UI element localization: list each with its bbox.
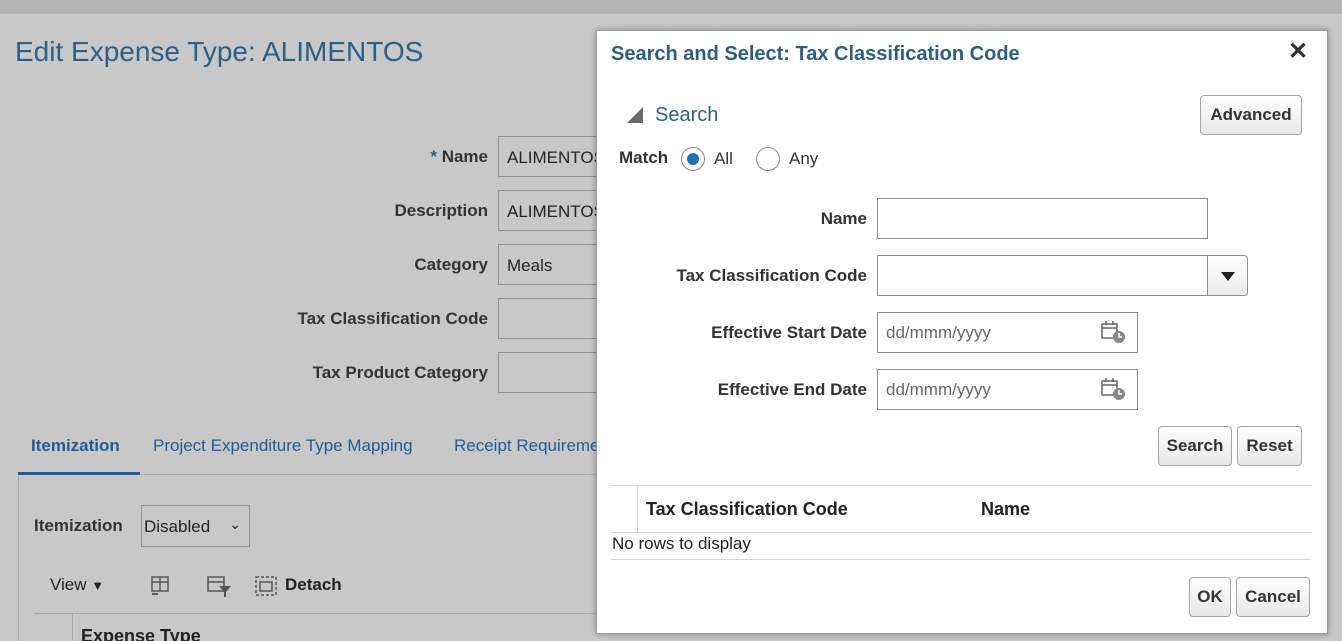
tab-bar: Itemization Project Expenditure Type Map… xyxy=(18,428,608,475)
cancel-button[interactable]: Cancel xyxy=(1236,577,1310,617)
caret-down-icon: ▼ xyxy=(91,578,105,593)
expense-type-column-header: Expense Type xyxy=(81,626,201,641)
results-header-border xyxy=(611,532,1311,533)
effective-end-date-input[interactable] xyxy=(877,369,1138,410)
active-tab-indicator xyxy=(18,472,140,475)
match-all-radio[interactable] xyxy=(681,147,705,171)
results-column-tax-classification-code[interactable]: Tax Classification Code xyxy=(646,499,848,520)
tax-classification-code-input[interactable] xyxy=(877,255,1208,296)
match-label: Match xyxy=(619,148,669,167)
name-field[interactable]: ALIMENTOS xyxy=(498,136,598,177)
tax-classification-code-label: Tax Classification Code xyxy=(676,266,867,285)
chevron-down-icon: ⌄ xyxy=(229,516,241,532)
results-column-name[interactable]: Name xyxy=(981,499,1030,520)
category-label: Category xyxy=(414,255,488,274)
reset-button[interactable]: Reset xyxy=(1237,426,1302,466)
dropdown-arrow-icon[interactable] xyxy=(1207,255,1248,296)
table-divider xyxy=(34,613,608,614)
match-any-label: Any xyxy=(789,149,819,168)
results-column-separator xyxy=(637,486,638,532)
tab-receipt-requirements[interactable]: Receipt Requirements xyxy=(454,436,596,456)
match-all-label: All xyxy=(714,149,733,168)
close-icon[interactable]: ✕ xyxy=(1288,40,1308,64)
ok-button[interactable]: OK xyxy=(1189,577,1231,617)
top-bar xyxy=(0,0,1342,14)
detach-button[interactable]: Detach xyxy=(285,575,342,595)
name-input[interactable] xyxy=(877,198,1208,239)
itemization-panel xyxy=(18,476,608,641)
view-menu-label: View xyxy=(50,575,87,594)
description-field[interactable]: ALIMENTOS xyxy=(498,190,598,231)
name-label: Name xyxy=(820,209,867,228)
effective-start-date-input[interactable] xyxy=(877,312,1138,353)
description-label: Description xyxy=(394,201,488,220)
effective-end-date-label: Effective End Date xyxy=(717,380,867,399)
effective-start-date-label: Effective Start Date xyxy=(711,323,867,342)
tax-classification-label: Tax Classification Code xyxy=(297,309,488,328)
itemization-value: Disabled xyxy=(144,517,211,536)
detach-icon[interactable] xyxy=(254,574,278,598)
calendar-icon[interactable] xyxy=(1101,320,1127,344)
query-by-example-icon[interactable] xyxy=(206,574,231,598)
search-section-header[interactable]: Search xyxy=(655,104,718,127)
search-button[interactable]: Search xyxy=(1158,426,1232,466)
table-column-separator xyxy=(72,614,73,641)
name-label-row: * Name xyxy=(380,147,488,167)
name-label: Name xyxy=(441,147,488,166)
page-title: Edit Expense Type: ALIMENTOS xyxy=(15,36,424,67)
tax-classification-field[interactable] xyxy=(498,298,598,339)
itemization-select[interactable]: Disabled ⌄ xyxy=(141,505,250,547)
tax-product-category-label: Tax Product Category xyxy=(312,363,488,382)
freeze-columns-icon[interactable] xyxy=(148,574,172,598)
tax-product-category-field[interactable] xyxy=(498,352,598,393)
results-top-border xyxy=(611,485,1311,486)
tab-itemization[interactable]: Itemization xyxy=(31,436,120,456)
itemization-label: Itemization xyxy=(34,516,123,535)
required-marker: * xyxy=(430,147,437,166)
empty-results-message: No rows to display xyxy=(612,534,751,553)
category-field[interactable]: Meals xyxy=(498,244,598,285)
collapse-triangle-icon[interactable] xyxy=(627,107,643,123)
results-bottom-border xyxy=(611,559,1311,560)
view-menu[interactable]: View ▼ xyxy=(50,575,104,595)
tab-project-expenditure-type-mapping[interactable]: Project Expenditure Type Mapping xyxy=(153,436,413,456)
dialog-title: Search and Select: Tax Classification Co… xyxy=(611,43,1020,65)
advanced-button[interactable]: Advanced xyxy=(1200,95,1302,135)
calendar-icon[interactable] xyxy=(1101,377,1127,401)
match-any-radio[interactable] xyxy=(756,147,780,171)
search-select-dialog: Search and Select: Tax Classification Co… xyxy=(596,30,1328,634)
